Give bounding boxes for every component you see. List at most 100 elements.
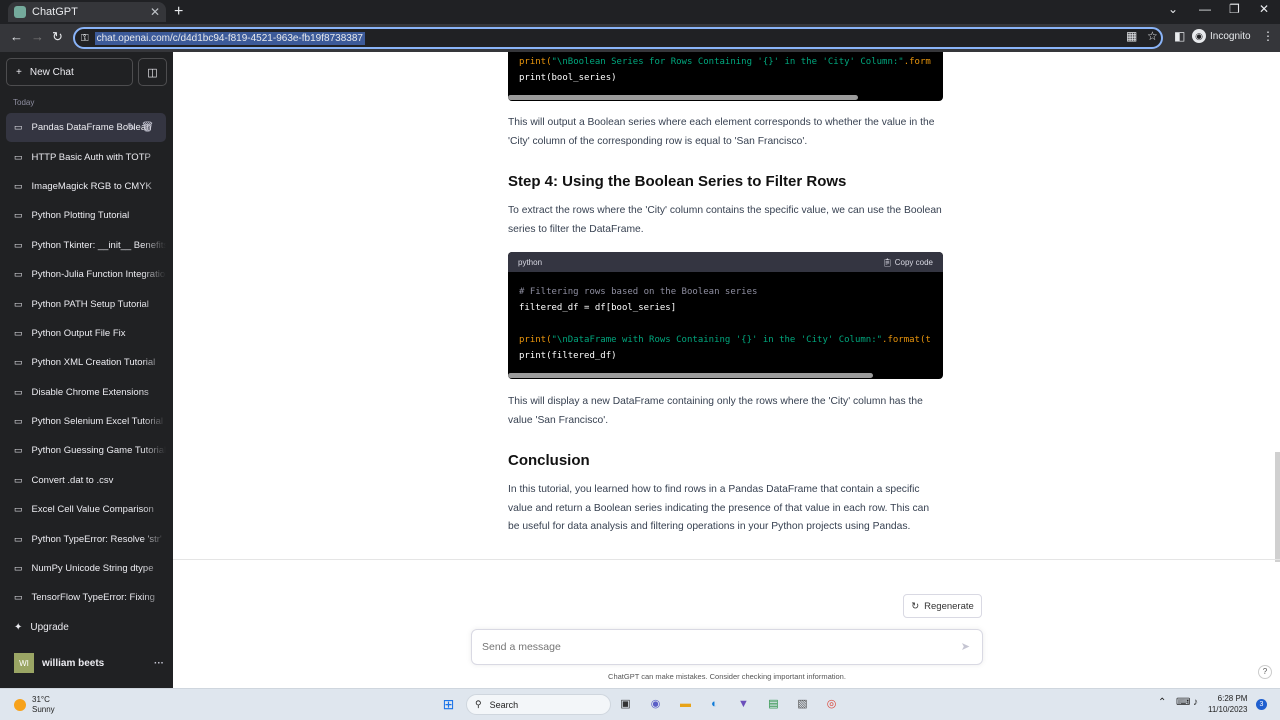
chrome-icon[interactable]: ◎ (823, 696, 840, 713)
disclaimer-text: ChatGPT can make mistakes. Consider chec… (608, 672, 846, 681)
copy-code-button[interactable]: 📋︎ Copy code (882, 258, 933, 267)
chat-bubble-icon: ▭ (14, 180, 23, 191)
history-item[interactable]: ▭ Python Selenium Excel Tutorial (6, 406, 166, 437)
history-item-label: HTTP Basic Auth with TOTP (31, 151, 151, 163)
weather-condition: Sunny (32, 705, 55, 714)
chat-bubble-icon: ▭ (14, 445, 23, 456)
sidebar-toggle-button[interactable]: ◫ (138, 58, 167, 86)
history-item[interactable]: ▭ Disable Chrome Extensions (6, 377, 166, 407)
history-item[interactable]: ▭ Excel Cell Value Comparison (6, 495, 166, 525)
message-input[interactable] (482, 641, 922, 653)
code-line: print("\nBoolean Series for Rows Contain… (519, 57, 931, 67)
menu-kebab-icon[interactable]: ⋮ (1262, 29, 1274, 43)
code-block: print("\nBoolean Series for Rows Contain… (508, 52, 943, 101)
chat-bubble-icon: ▭ (14, 210, 23, 221)
page-scrollbar[interactable] (1275, 452, 1280, 562)
code-line: filtered_df = df[bool_series] (519, 303, 677, 313)
chat-bubble-icon: ▭ (14, 269, 23, 280)
chat-app-icon[interactable]: ◉ (647, 696, 664, 713)
history-item[interactable]: ▭ TensorFlow TypeError: Fixing (6, 583, 166, 613)
url-text[interactable]: chat.openai.com/c/d4d1bc94-f819-4521-963… (94, 31, 365, 45)
browser-tab[interactable]: ChatGPT ✕ (8, 2, 166, 22)
edit-delete-icons[interactable]: ✎🗑 (127, 122, 160, 133)
incognito-indicator[interactable]: ◉ Incognito (1192, 29, 1251, 43)
section-heading: Conclusion (508, 452, 590, 469)
code-line: # Filtering rows based on the Boolean se… (519, 287, 758, 297)
chevron-up-icon[interactable]: ⌃ (1158, 697, 1166, 708)
bookmark-star-icon[interactable]: ☆ (1147, 29, 1158, 43)
history-item[interactable]: ▭ Python Plotting Tutorial (6, 201, 166, 231)
clock[interactable]: 6:28 PM 11/10/2023 (1208, 693, 1247, 715)
reload-icon[interactable]: ↻ (52, 29, 63, 45)
minimize-icon[interactable]: — (1199, 2, 1211, 16)
taskbar: 31°C Sunny ⊞ ⚲ Search ▣ ◉ ▬ ◐ ▼ ▤ ▧ ◎ ⌃ … (0, 688, 1280, 720)
history-item[interactable]: ▭ Pandas DataFrame Boolean ✎🗑 (6, 113, 166, 143)
history-item[interactable]: ▭ Python Guessing Game Tutorial (6, 436, 166, 466)
sun-icon (14, 699, 26, 711)
browser-chrome: ChatGPT ✕ + ⌄ — ❐ ✕ ← → ↻ ⚿ chat.openai.… (0, 0, 1280, 52)
excel-icon[interactable]: ▤ (765, 696, 782, 713)
message-paragraph: This will output a Boolean series where … (508, 117, 935, 147)
avatar: WI (14, 653, 34, 673)
new-tab-icon[interactable]: + (174, 3, 183, 21)
clipboard-icon: 📋︎ (882, 257, 895, 267)
send-icon[interactable]: ➤ (961, 640, 970, 653)
history-item[interactable]: ▭ NumPy Unicode String dtype (6, 553, 166, 584)
upgrade-button[interactable]: ✦ Upgrade (14, 622, 69, 633)
date: 11/10/2023 (1208, 705, 1248, 714)
history-item[interactable]: ▭ HTTP Basic Auth with TOTP (6, 142, 166, 172)
tab-search-icon[interactable]: ⌄ (1168, 2, 1178, 16)
more-options-icon[interactable]: ··· (154, 658, 164, 669)
task-view-icon[interactable]: ▣ (617, 696, 634, 713)
history-item[interactable]: ▭ Convert .dat to .csv (6, 465, 166, 496)
history-item[interactable]: ▭ ImageMagick RGB to CMYK (6, 171, 166, 202)
chat-bubble-icon: ▭ (14, 298, 23, 309)
app-icon[interactable]: ▼ (735, 696, 752, 713)
chat-bubble-icon: ▭ (14, 327, 23, 338)
chat-bubble-icon: ▭ (14, 533, 23, 544)
maximize-icon[interactable]: ❐ (1229, 2, 1240, 16)
regenerate-label: Regenerate (924, 600, 974, 612)
new-chat-button[interactable]: + New Chat (6, 58, 133, 86)
user-menu[interactable]: WI william beets ··· (14, 653, 164, 673)
history-item-label: Convert .dat to .csv (31, 474, 114, 486)
back-icon[interactable]: ← (10, 29, 23, 44)
side-panel-icon[interactable]: ◧ (1174, 29, 1185, 43)
upgrade-label: Upgrade (30, 622, 69, 633)
history-item-label: TensorFlow TypeError: Fixing (31, 592, 155, 604)
edge-icon[interactable]: ◐ (706, 696, 723, 713)
history-item[interactable]: ▭ Python TypeError: Resolve 'str' (6, 524, 166, 554)
temperature: 31°C (32, 695, 50, 704)
weather-widget[interactable]: 31°C Sunny (14, 695, 55, 715)
history-item[interactable]: ▭ Python XML Creation Tutorial (6, 348, 166, 378)
site-info-icon[interactable]: ⚿ (81, 33, 89, 44)
sparkle-icon: ✦ (14, 622, 23, 633)
close-window-icon[interactable]: ✕ (1259, 2, 1269, 16)
regenerate-button[interactable]: ↻ Regenerate (903, 594, 982, 618)
refresh-icon: ↻ (911, 600, 920, 612)
file-explorer-icon[interactable]: ▬ (677, 696, 694, 713)
history-item[interactable]: ▭ Python Tkinter: __init__ Benefits (6, 230, 166, 260)
omnibox[interactable]: ⚿ chat.openai.com/c/d4d1bc94-f819-4521-9… (73, 27, 1163, 49)
message-paragraph: This will display a new DataFrame contai… (508, 396, 923, 426)
history-item-label: Excel Cell Value Comparison (31, 504, 154, 516)
forward-icon[interactable]: → (31, 29, 44, 44)
history-item[interactable]: ▭ Python Output File Fix (6, 318, 166, 349)
history-item[interactable]: ▭ Python-Julia Function Integration (6, 259, 166, 290)
history-item[interactable]: ▭ Python PATH Setup Tutorial (6, 289, 166, 319)
message-composer[interactable]: ➤ (471, 629, 983, 665)
close-tab-icon[interactable]: ✕ (150, 5, 160, 19)
qr-icon[interactable]: ▦ (1126, 29, 1137, 43)
code-scrollbar[interactable] (508, 373, 873, 378)
windows-start-icon[interactable]: ⊞ (440, 696, 457, 713)
new-chat-label: New Chat (29, 66, 74, 78)
taskbar-search[interactable]: ⚲ Search (466, 694, 611, 715)
incognito-icon: ◉ (1192, 29, 1206, 43)
code-scrollbar[interactable] (508, 95, 858, 100)
volume-icon[interactable]: ♪ (1193, 697, 1198, 708)
app-icon[interactable]: ▧ (794, 696, 811, 713)
network-icon[interactable]: ⌨ (1176, 697, 1190, 708)
help-icon[interactable]: ? (1258, 665, 1272, 679)
notification-badge[interactable]: 3 (1256, 699, 1267, 710)
